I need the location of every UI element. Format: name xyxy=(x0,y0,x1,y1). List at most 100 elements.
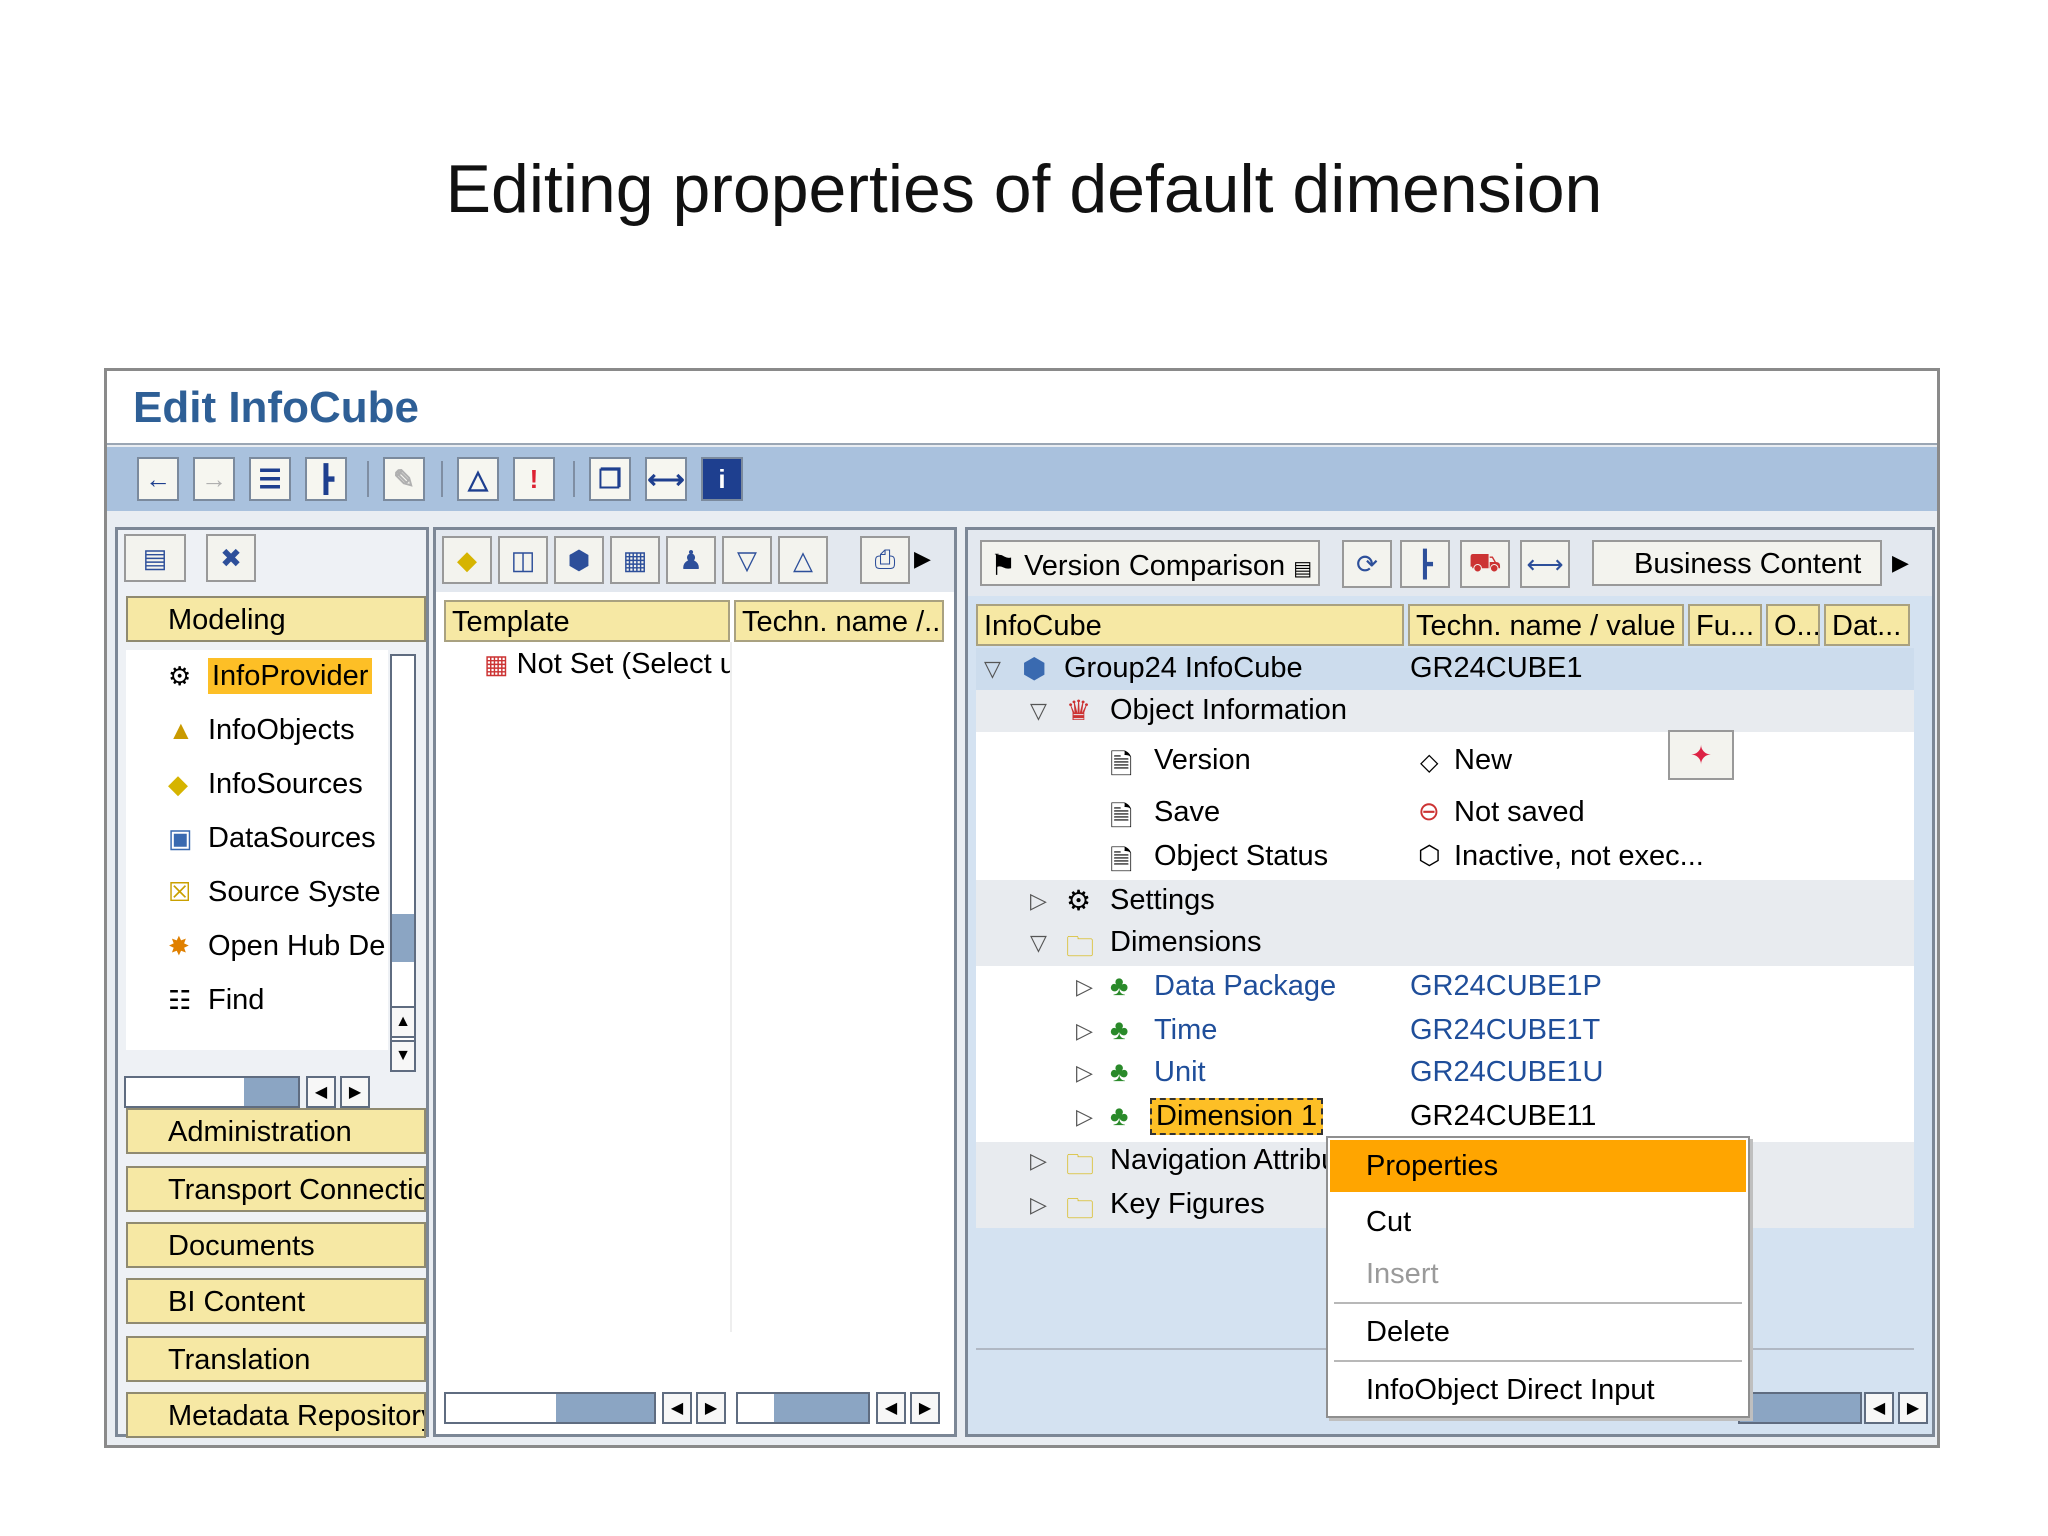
collapse-triangle-icon[interactable]: ▽ xyxy=(1030,930,1047,956)
menu-item-cut[interactable]: Cut xyxy=(1330,1196,1746,1248)
section-bi-content[interactable]: BI Content xyxy=(126,1278,426,1324)
expand-triangle-icon[interactable]: ▷ xyxy=(1030,888,1047,914)
connect-icon[interactable]: ⟷ xyxy=(645,457,687,501)
tree-icon[interactable]: ┣ xyxy=(305,457,347,501)
scroll-right-icon[interactable]: ▶ xyxy=(696,1392,726,1424)
tree-row-group[interactable]: ▽ ⬢ Group24 InfoCube GR24CUBE1 xyxy=(976,648,1914,690)
expand-triangle-icon[interactable]: ▷ xyxy=(1030,1192,1047,1218)
nav-item-open-hub[interactable]: ✸ Open Hub De xyxy=(168,930,385,970)
tree-row-object-information[interactable]: ▽ ♛ Object Information xyxy=(976,690,1914,732)
scroll-right-icon[interactable]: ▶ xyxy=(340,1076,370,1108)
expand-triangle-icon[interactable]: ▷ xyxy=(1076,1018,1093,1044)
hierarchy-icon[interactable]: △ xyxy=(457,457,499,501)
database-icon[interactable]: ◫ xyxy=(498,536,548,584)
scroll-up-icon[interactable]: ▲ xyxy=(390,1006,416,1038)
forward-icon[interactable]: → xyxy=(193,457,235,501)
scroll-down-icon[interactable]: ▼ xyxy=(390,1040,416,1072)
expand-triangle-icon[interactable]: ▷ xyxy=(1076,1060,1093,1086)
menu-item-delete[interactable]: Delete xyxy=(1330,1306,1746,1358)
grid-icon[interactable]: ▦ xyxy=(610,536,660,584)
infosource-icon[interactable]: ◆ xyxy=(442,536,492,584)
expand-triangle-icon[interactable]: ▷ xyxy=(1076,974,1093,1000)
tree-row-save[interactable]: 🗎 Save ⊖ Not saved xyxy=(976,792,1914,834)
collapse-all-icon[interactable]: △ xyxy=(778,536,828,584)
nav-item-infoobjects[interactable]: ▲ InfoObjects xyxy=(168,714,355,754)
menu-item-infoobject-direct-input[interactable]: InfoObject Direct Input xyxy=(1330,1364,1746,1416)
expand-triangle-icon[interactable]: ▷ xyxy=(1076,1104,1093,1130)
section-documents[interactable]: Documents xyxy=(126,1222,426,1268)
section-transport-connection[interactable]: Transport Connectio xyxy=(126,1166,426,1212)
tree-row-dimension[interactable]: ▷ ♣ Time GR24CUBE1T xyxy=(976,1010,1914,1052)
scroll-thumb[interactable] xyxy=(244,1078,298,1106)
person-icon[interactable]: ♟ xyxy=(666,536,716,584)
nav-horizontal-scrollbar[interactable] xyxy=(124,1076,300,1108)
scroll-left-icon[interactable]: ◀ xyxy=(306,1076,336,1108)
dimension-value: GR24CUBE11 xyxy=(1410,1100,1597,1132)
scroll-right-icon[interactable]: ▶ xyxy=(1898,1392,1928,1424)
info-icon[interactable]: i xyxy=(701,457,743,501)
tree-row-dimension[interactable]: ▷ ♣ Data Package GR24CUBE1P xyxy=(976,966,1914,1008)
expand-triangle-icon[interactable]: ▷ xyxy=(1030,1148,1047,1174)
section-modeling[interactable]: Modeling xyxy=(126,596,426,642)
expand-all-icon[interactable]: ▽ xyxy=(722,536,772,584)
nav-toggle-icon[interactable]: ▤ xyxy=(124,534,186,582)
collapse-triangle-icon[interactable]: ▽ xyxy=(984,656,1001,682)
tree-row-dimension[interactable]: ▷ ♣ Unit GR24CUBE1U xyxy=(976,1052,1914,1094)
tree-row-settings[interactable]: ▷ ⚙ Settings xyxy=(976,880,1914,922)
col-template[interactable]: Template xyxy=(444,600,730,642)
transport-icon[interactable]: ⛟ xyxy=(1460,540,1510,588)
connect-icon[interactable]: ⟷ xyxy=(1520,540,1570,588)
scroll-thumb[interactable] xyxy=(1740,1394,1860,1422)
activate-icon[interactable]: ✦ xyxy=(1668,730,1734,780)
nav-item-find[interactable]: ☷ Find xyxy=(168,984,264,1024)
section-translation[interactable]: Translation xyxy=(126,1336,426,1382)
copy-icon[interactable]: ❐ xyxy=(589,457,631,501)
refresh-icon[interactable]: ⟳ xyxy=(1342,540,1392,588)
section-administration[interactable]: Administration xyxy=(126,1108,426,1154)
scroll-thumb[interactable] xyxy=(774,1394,868,1422)
list-icon[interactable]: ☰ xyxy=(249,457,291,501)
close-icon[interactable]: ✖ xyxy=(206,534,256,582)
nav-item-datasources[interactable]: ▣ DataSources xyxy=(168,822,376,862)
nav-item-infoprovider[interactable]: ⚙ InfoProvider xyxy=(168,658,373,700)
back-icon[interactable]: ← xyxy=(137,457,179,501)
collapse-triangle-icon[interactable]: ▽ xyxy=(1030,698,1047,724)
col-techn-name[interactable]: Techn. name /... xyxy=(734,600,944,642)
more-arrow-icon[interactable]: ▶ xyxy=(1892,550,1909,576)
more-arrow-icon[interactable]: ▶ xyxy=(914,546,931,572)
scroll-thumb[interactable] xyxy=(556,1394,654,1422)
exclamation-icon[interactable]: ! xyxy=(513,457,555,501)
tree-row-dimensions[interactable]: ▽ 🗀 Dimensions xyxy=(976,922,1914,964)
col-techn-name-value[interactable]: Techn. name / value xyxy=(1408,604,1684,646)
business-content-button[interactable]: Business Content xyxy=(1592,540,1882,586)
tree-row-object-status[interactable]: 🗎 Object Status ⬡ Inactive, not exec... xyxy=(976,836,1914,878)
nav-vertical-scrollbar[interactable] xyxy=(390,654,416,1050)
infocube-h-scrollbar[interactable] xyxy=(1738,1392,1862,1424)
scroll-left-icon[interactable]: ◀ xyxy=(662,1392,692,1424)
col-infocube[interactable]: InfoCube xyxy=(976,604,1404,646)
slide-title: Editing properties of default dimension xyxy=(445,151,1603,227)
col-o[interactable]: O... xyxy=(1766,604,1820,646)
menu-item-insert[interactable]: Insert xyxy=(1330,1248,1746,1300)
section-metadata-repository[interactable]: Metadata Repository xyxy=(126,1392,426,1438)
business-content-label: Business Content xyxy=(1634,548,1862,580)
version-comparison-button[interactable]: ⚑ Version Comparison ▤ xyxy=(980,540,1320,586)
col-dat[interactable]: Dat... xyxy=(1824,604,1910,646)
print-icon[interactable]: ⎙ xyxy=(860,536,910,584)
nav-item-source-system[interactable]: ☒ Source Syste xyxy=(168,876,380,916)
techn-h-scrollbar[interactable] xyxy=(736,1392,870,1424)
pencil-icon[interactable]: ✎ xyxy=(383,457,425,501)
col-fu[interactable]: Fu... xyxy=(1688,604,1762,646)
menu-item-properties[interactable]: Properties xyxy=(1330,1140,1746,1192)
template-h-scrollbar[interactable] xyxy=(444,1392,656,1424)
nav-item-infosources[interactable]: ◆ InfoSources xyxy=(168,768,363,808)
scroll-thumb[interactable] xyxy=(392,914,414,962)
template-row[interactable]: ▦ Not Set (Select u xyxy=(484,648,730,681)
tree-row-dimension-selected[interactable]: ▷ ♣ Dimension 1 GR24CUBE11 xyxy=(976,1096,1914,1138)
cube-icon[interactable]: ⬢ xyxy=(554,536,604,584)
tree-row-version[interactable]: 🗎 Version ◇ New xyxy=(976,740,1914,782)
scroll-left-icon[interactable]: ◀ xyxy=(1864,1392,1894,1424)
tree-icon[interactable]: ┣ xyxy=(1400,540,1450,588)
scroll-left-icon[interactable]: ◀ xyxy=(876,1392,906,1424)
scroll-right-icon[interactable]: ▶ xyxy=(910,1392,940,1424)
